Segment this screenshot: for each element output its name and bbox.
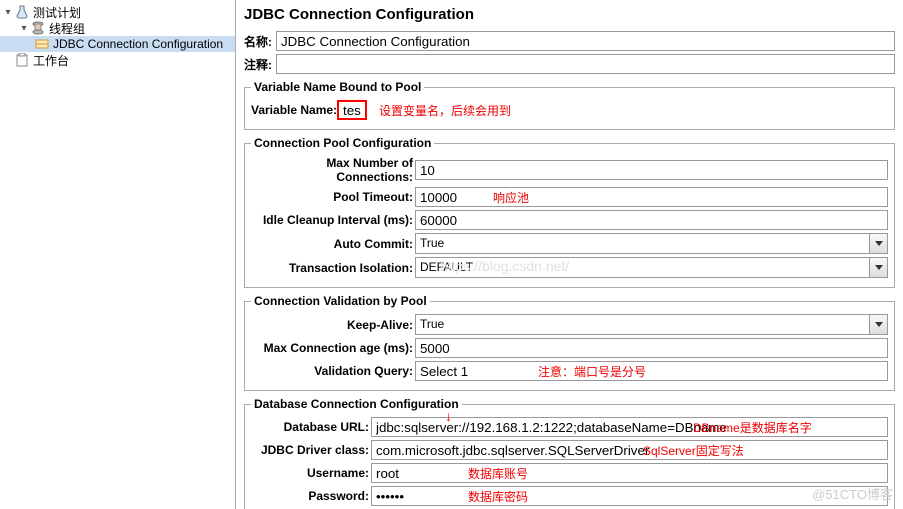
config-icon [34,36,50,52]
page-title: JDBC Connection Configuration [244,6,895,23]
tree-panel: ▾ 测试计划 ▾ 线程组 JDBC Connection Configurati… [0,0,236,509]
main-panel: JDBC Connection Configuration 名称: 注释: Va… [236,0,903,509]
chevron-down-icon[interactable] [870,257,888,278]
idle-cleanup-label: Idle Cleanup Interval (ms): [251,213,415,227]
keep-alive-dropdown[interactable]: True [415,314,888,335]
db-url-label: Database URL: [251,420,371,434]
annotation-dbname: DBname是数据库名字 [693,419,812,436]
watermark-corner: @51CTO博客 [812,484,893,503]
driver-input[interactable] [371,440,888,460]
max-conn-age-input[interactable] [415,338,888,358]
username-label: Username: [251,466,371,480]
name-row: 名称: [244,31,895,51]
tree-label: 工作台 [33,52,69,69]
legend-validation: Connection Validation by Pool [251,294,430,308]
spool-icon [30,20,46,36]
legend-var-pool: Variable Name Bound to Pool [251,80,424,94]
clipboard-icon [14,52,30,68]
tree-toggle-icon[interactable]: ▾ [2,7,14,18]
tree-node-threadgroup[interactable]: ▾ 线程组 [0,20,235,36]
auto-commit-value: True [415,233,870,254]
validation-query-input[interactable] [415,361,888,381]
annotation-password: 数据库密码 [468,488,528,505]
txn-isolation-value: DEFAULT [415,257,870,278]
max-conn-label: Max Number of Connections: [251,156,415,184]
txn-isolation-dropdown[interactable]: DEFAULT [415,257,888,278]
fieldset-conn-pool: Connection Pool Configuration Max Number… [244,136,895,288]
annotation-port: 注意：端口号是分号 [538,363,646,380]
tree-node-testplan[interactable]: ▾ 测试计划 [0,4,235,20]
name-label: 名称: [244,33,272,50]
fieldset-var-pool: Variable Name Bound to Pool Variable Nam… [244,80,895,130]
name-input[interactable] [276,31,895,51]
comment-label: 注释: [244,56,272,73]
legend-conn-pool: Connection Pool Configuration [251,136,434,150]
txn-isolation-label: Transaction Isolation: [251,261,415,275]
password-label: Password: [251,489,371,503]
variable-name-input[interactable] [337,100,367,120]
auto-commit-dropdown[interactable]: True [415,233,888,254]
annotation-username: 数据库账号 [468,465,528,482]
comment-input[interactable] [276,54,895,74]
idle-cleanup-input[interactable] [415,210,888,230]
auto-commit-label: Auto Commit: [251,237,415,251]
tree-label: 线程组 [49,20,85,37]
keep-alive-value: True [415,314,870,335]
pool-timeout-label: Pool Timeout: [251,190,415,204]
chevron-down-icon[interactable] [870,314,888,335]
tree-label: JDBC Connection Configuration [53,37,223,51]
password-input[interactable] [371,486,888,506]
max-conn-age-label: Max Connection age (ms): [251,341,415,355]
validation-query-label: Validation Query: [251,364,415,378]
arrow-down-icon: ↓ [445,408,452,424]
flask-icon [14,4,30,20]
tree-label: 测试计划 [33,4,81,21]
tree-toggle-icon[interactable]: ▾ [18,23,30,34]
pool-timeout-input[interactable] [415,187,888,207]
legend-db-conn: Database Connection Configuration [251,397,462,411]
comment-row: 注释: [244,54,895,74]
keep-alive-label: Keep-Alive: [251,318,415,332]
tree-node-workbench[interactable]: 工作台 [0,52,235,68]
fieldset-validation: Connection Validation by Pool Keep-Alive… [244,294,895,391]
chevron-down-icon[interactable] [870,233,888,254]
username-input[interactable] [371,463,888,483]
fieldset-db-conn: Database Connection Configuration Databa… [244,397,895,509]
driver-label: JDBC Driver class: [251,443,371,457]
annotation-driver: SqlServer固定写法 [643,442,744,459]
annotation-pool-timeout: 响应池 [493,189,529,206]
annotation-varname: 设置变量名，后续会用到 [379,102,511,119]
max-conn-input[interactable] [415,160,888,180]
tree-node-jdbc-config[interactable]: JDBC Connection Configuration [0,36,235,52]
variable-name-label: Variable Name: [251,103,337,117]
